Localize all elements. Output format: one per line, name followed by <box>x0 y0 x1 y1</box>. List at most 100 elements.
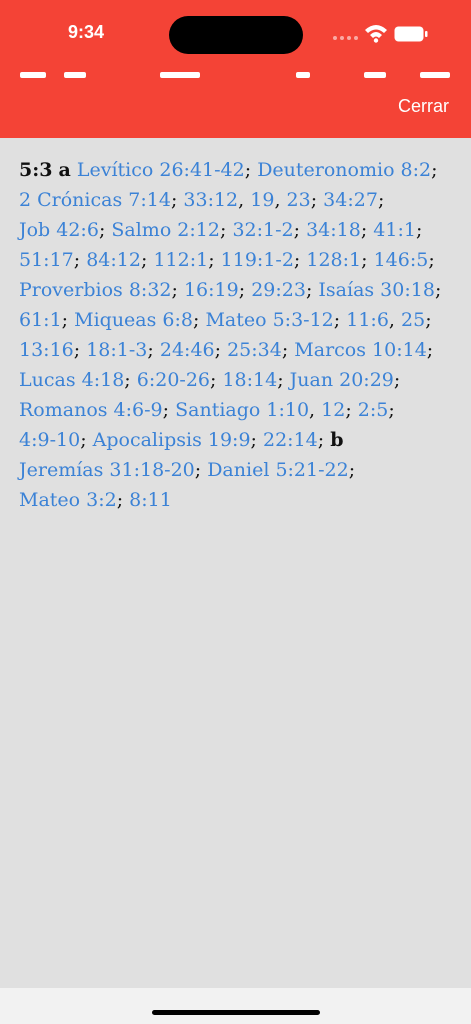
separator-text: ; <box>116 489 130 511</box>
separator-text: ; <box>170 189 184 211</box>
scripture-reference-link[interactable]: 112:1 <box>153 249 208 271</box>
scripture-reference-link[interactable]: 61:1 <box>19 309 62 331</box>
scripture-reference-link[interactable]: Santiago 1:10 <box>175 399 309 421</box>
separator-text: ; <box>426 339 434 361</box>
separator-text: , <box>274 189 287 211</box>
note-line: 61:1; Miqueas 6:8; Mateo 5:3-12; 11:6, 2… <box>19 305 455 335</box>
scripture-reference-link[interactable]: 8:11 <box>129 489 172 511</box>
scripture-reference-link[interactable]: Job 42:6 <box>19 219 99 241</box>
separator-text: ; <box>393 369 401 391</box>
scripture-reference-link[interactable]: Deuteronomio 8:2 <box>257 159 431 181</box>
scripture-reference-link[interactable]: 25 <box>401 309 425 331</box>
separator-text: ; <box>238 279 252 301</box>
separator-text: ; <box>210 369 223 391</box>
scripture-reference-link[interactable]: Mateo 5:3-12 <box>205 309 333 331</box>
separator-text: ; <box>194 459 208 481</box>
separator-text: ; <box>428 249 435 271</box>
separator-text: ; <box>361 249 374 271</box>
separator-text: ; <box>388 399 395 421</box>
note-marker: 5:3 <box>19 159 53 181</box>
scripture-reference-link[interactable]: 25:34 <box>227 339 282 361</box>
separator-text: ; <box>425 309 432 331</box>
note-line: Mateo 3:2; 8:11 <box>19 485 455 515</box>
scripture-reference-link[interactable]: 34:18 <box>306 219 361 241</box>
scripture-reference-link[interactable]: 18:1-3 <box>86 339 147 361</box>
separator-text: ; <box>348 459 356 481</box>
cross-reference-note: 5:3 a Levítico 26:41-42; Deuteronomio 8:… <box>19 155 455 515</box>
separator-text: ; <box>61 309 75 331</box>
separator-text: ; <box>431 159 438 181</box>
scripture-reference-link[interactable]: 11:6 <box>346 309 389 331</box>
scripture-reference-link[interactable]: 32:1-2 <box>232 219 293 241</box>
scripture-reference-link[interactable]: Proverbios 8:32 <box>19 279 172 301</box>
scripture-reference-link[interactable]: 84:12 <box>86 249 141 271</box>
home-indicator[interactable] <box>152 1010 320 1015</box>
scripture-reference-link[interactable]: 4:9-10 <box>19 429 80 451</box>
separator-text: ; <box>317 429 331 451</box>
scripture-reference-link[interactable]: Jeremías 31:18-20 <box>19 459 195 481</box>
separator-text: ; <box>434 279 442 301</box>
separator-text: ; <box>214 339 228 361</box>
note-line: 2 Crónicas 7:14; 33:12, 19, 23; 34:27; <box>19 185 455 215</box>
separator-text: ; <box>360 219 374 241</box>
status-time: 9:34 <box>68 22 105 42</box>
close-button[interactable]: Cerrar <box>398 96 449 117</box>
scripture-reference-link[interactable]: Isaías 30:18 <box>318 279 435 301</box>
scripture-reference-link[interactable]: Romanos 4:6-9 <box>19 399 163 421</box>
separator-text: ; <box>124 369 137 391</box>
note-line: 51:17; 84:12; 112:1; 119:1-2; 128:1; 146… <box>19 245 455 275</box>
separator-text: ; <box>193 309 206 331</box>
note-line: Job 42:6; Salmo 2:12; 32:1-2; 34:18; 41:… <box>19 215 455 245</box>
scripture-reference-link[interactable]: 34:27 <box>323 189 378 211</box>
scripture-reference-link[interactable]: Lucas 4:18 <box>19 369 124 391</box>
wifi-icon <box>365 25 387 43</box>
separator-text: ; <box>171 279 184 301</box>
scripture-reference-link[interactable]: Apocalipsis 19:9 <box>93 429 251 451</box>
scripture-reference-link[interactable]: 128:1 <box>306 249 361 271</box>
scripture-reference-link[interactable]: 18:14 <box>222 369 277 391</box>
separator-text: ; <box>219 219 233 241</box>
separator-text: ; <box>147 339 160 361</box>
scripture-reference-link[interactable]: 12 <box>321 399 345 421</box>
scripture-reference-link[interactable]: 41:1 <box>373 219 416 241</box>
app-header: 9:34 Cerrar <box>0 0 471 138</box>
scripture-reference-link[interactable]: 146:5 <box>374 249 429 271</box>
scripture-reference-link[interactable]: Salmo 2:12 <box>111 219 220 241</box>
separator-text: , <box>309 399 322 421</box>
scripture-reference-link[interactable]: 119:1-2 <box>221 249 294 271</box>
note-line: Jeremías 31:18-20; Daniel 5:21-22; <box>19 455 455 485</box>
scripture-reference-link[interactable]: 22:14 <box>263 429 318 451</box>
separator-text: ; <box>98 219 112 241</box>
separator-text: ; <box>73 249 87 271</box>
separator-text: ; <box>293 249 307 271</box>
scripture-reference-link[interactable]: 13:16 <box>19 339 74 361</box>
scripture-reference-link[interactable]: 51:17 <box>19 249 74 271</box>
separator-text: ; <box>281 339 295 361</box>
scripture-reference-link[interactable]: 2 Crónicas 7:14 <box>19 189 171 211</box>
scripture-reference-link[interactable]: Marcos 10:14 <box>294 339 427 361</box>
separator-text: ; <box>345 399 358 421</box>
separator-text: ; <box>293 219 307 241</box>
scripture-reference-link[interactable]: Levítico 26:41-42 <box>77 159 245 181</box>
separator-text: ; <box>305 279 319 301</box>
separator-text: ; <box>162 399 176 421</box>
note-marker: b <box>330 429 344 451</box>
scripture-reference-link[interactable]: 23 <box>287 189 311 211</box>
scripture-reference-link[interactable]: 19 <box>250 189 274 211</box>
scripture-reference-link[interactable]: 2:5 <box>358 399 389 421</box>
scripture-reference-link[interactable]: Daniel 5:21-22 <box>207 459 349 481</box>
battery-icon <box>394 26 428 42</box>
scripture-reference-link[interactable]: Juan 20:29 <box>290 369 394 391</box>
separator-text: ; <box>277 369 290 391</box>
scripture-reference-link[interactable]: 29:23 <box>251 279 306 301</box>
separator-text: ; <box>333 309 347 331</box>
scripture-reference-link[interactable]: 33:12 <box>183 189 238 211</box>
scripture-reference-link[interactable]: Mateo 3:2 <box>19 489 117 511</box>
scripture-reference-link[interactable]: 6:20-26 <box>137 369 210 391</box>
separator-text: ; <box>244 159 258 181</box>
scripture-reference-link[interactable]: 16:19 <box>184 279 239 301</box>
note-line: 5:3 a Levítico 26:41-42; Deuteronomio 8:… <box>19 155 455 185</box>
separator-text: ; <box>208 249 221 271</box>
scripture-reference-link[interactable]: Miqueas 6:8 <box>74 309 193 331</box>
scripture-reference-link[interactable]: 24:46 <box>160 339 215 361</box>
